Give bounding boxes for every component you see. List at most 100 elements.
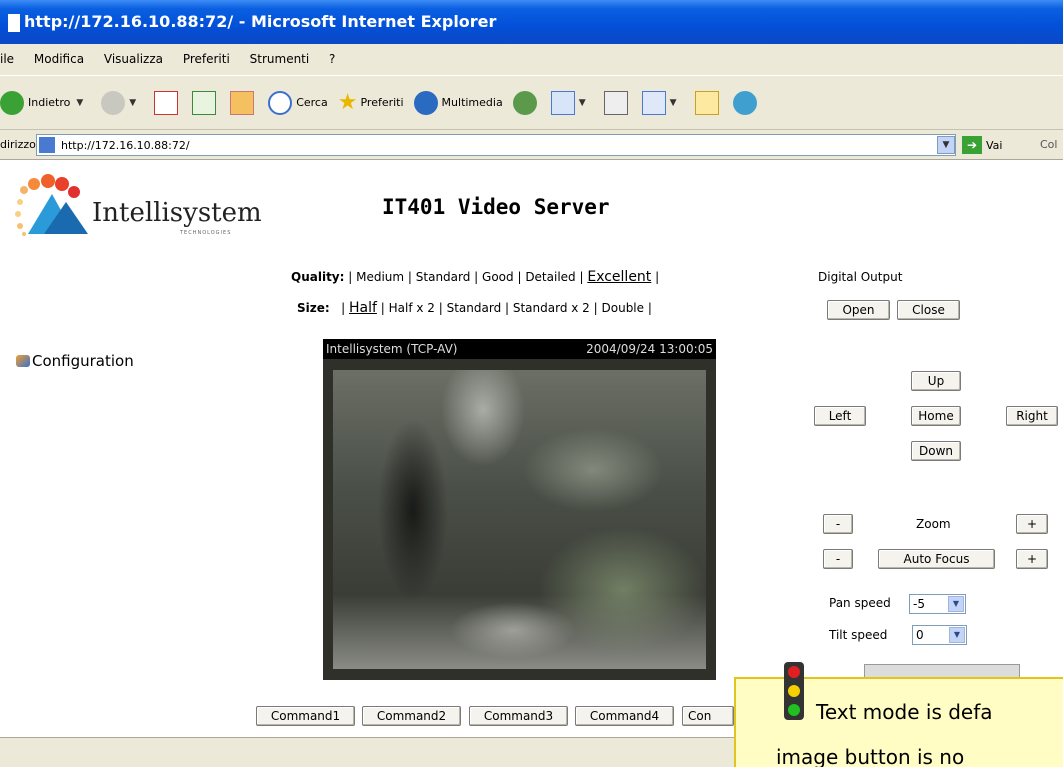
up-button[interactable]: Up bbox=[911, 371, 961, 391]
tilt-speed-label: Tilt speed bbox=[829, 628, 888, 642]
size-half[interactable]: Half bbox=[349, 300, 377, 316]
command2-button[interactable]: Command2 bbox=[362, 706, 461, 726]
go-button[interactable]: ➔ Vai bbox=[962, 136, 1002, 154]
quality-good[interactable]: Good bbox=[482, 270, 514, 284]
pan-speed-label: Pan speed bbox=[829, 596, 891, 610]
edit-button[interactable]: ▼ bbox=[641, 90, 685, 115]
open-button[interactable]: Open bbox=[827, 300, 890, 320]
size-standard[interactable]: Standard bbox=[447, 301, 502, 315]
tooltip-line2: image button is no bbox=[776, 745, 965, 767]
size-row: Size: | Half | Half x 2 | Standard | Sta… bbox=[297, 300, 652, 316]
history-button[interactable] bbox=[512, 90, 541, 115]
quality-detailed[interactable]: Detailed bbox=[525, 270, 575, 284]
left-button[interactable]: Left bbox=[814, 406, 866, 426]
mail-dropdown-icon[interactable]: ▼ bbox=[579, 98, 586, 108]
print-icon bbox=[603, 90, 628, 115]
messenger-icon bbox=[732, 90, 757, 115]
window-titlebar: http://172.16.10.88:72/ - Microsoft Inte… bbox=[0, 0, 1063, 44]
configuration-link[interactable]: Configuration bbox=[16, 352, 134, 370]
go-label: Vai bbox=[986, 138, 1003, 152]
size-double[interactable]: Double bbox=[602, 301, 645, 315]
zoom-out-button[interactable]: - bbox=[823, 514, 853, 534]
links-label[interactable]: Col bbox=[1040, 138, 1057, 151]
back-button[interactable]: Indietro ▼ bbox=[0, 90, 91, 115]
favorites-button[interactable]: ★ Preferiti bbox=[338, 90, 404, 115]
quality-excellent[interactable]: Excellent bbox=[587, 269, 651, 285]
forward-arrow-icon bbox=[101, 90, 126, 115]
tooltip-line1: Text mode is defa bbox=[816, 700, 993, 724]
forward-button[interactable]: ▼ bbox=[101, 90, 144, 115]
stop-icon bbox=[154, 90, 179, 115]
print-button[interactable] bbox=[603, 90, 632, 115]
pan-speed-select[interactable]: -5 ▼ bbox=[909, 594, 966, 614]
tilt-speed-select[interactable]: 0 ▼ bbox=[912, 625, 967, 645]
quality-medium[interactable]: Medium bbox=[356, 270, 404, 284]
multimedia-icon bbox=[413, 90, 438, 115]
favorites-label: Preferiti bbox=[360, 96, 404, 109]
mail-icon bbox=[550, 90, 575, 115]
focus-near-button[interactable]: - bbox=[823, 549, 853, 569]
refresh-button[interactable] bbox=[192, 90, 220, 115]
right-button[interactable]: Right bbox=[1006, 406, 1058, 426]
quality-label: Quality: bbox=[291, 270, 345, 284]
menu-help[interactable]: ? bbox=[329, 52, 335, 66]
refresh-icon bbox=[192, 90, 217, 115]
back-label: Indietro bbox=[28, 96, 71, 109]
mail-button[interactable]: ▼ bbox=[550, 90, 594, 115]
command3-button[interactable]: Command3 bbox=[469, 706, 568, 726]
address-dropdown-icon[interactable]: ▼ bbox=[937, 136, 955, 154]
digital-output-label: Digital Output bbox=[818, 270, 903, 284]
chevron-down-icon: ▼ bbox=[949, 627, 965, 643]
focus-far-button[interactable]: + bbox=[1016, 549, 1048, 569]
forward-dropdown-icon[interactable]: ▼ bbox=[129, 98, 136, 108]
size-half-x2[interactable]: Half x 2 bbox=[389, 301, 435, 315]
menu-view[interactable]: Visualizza bbox=[104, 52, 163, 66]
size-standard-x2[interactable]: Standard x 2 bbox=[513, 301, 590, 315]
search-label: Cerca bbox=[296, 96, 328, 109]
messenger-button[interactable] bbox=[732, 90, 761, 115]
discuss-button[interactable] bbox=[694, 90, 723, 115]
menu-edit[interactable]: Modifica bbox=[34, 52, 84, 66]
edit-dropdown-icon[interactable]: ▼ bbox=[670, 98, 677, 108]
home-button[interactable] bbox=[230, 90, 258, 115]
command1-button[interactable]: Command1 bbox=[256, 706, 355, 726]
discuss-icon bbox=[694, 90, 719, 115]
menu-file[interactable]: ile bbox=[0, 52, 14, 66]
command4-button[interactable]: Command4 bbox=[575, 706, 674, 726]
search-button[interactable]: Cerca bbox=[268, 90, 328, 115]
command5-button[interactable]: Con bbox=[682, 706, 734, 726]
video-stream bbox=[333, 370, 706, 669]
menubar: ile Modifica Visualizza Preferiti Strume… bbox=[0, 44, 1063, 76]
logo-subtext: TECHNOLOGIES bbox=[180, 230, 232, 236]
traffic-light-icon bbox=[784, 662, 804, 720]
home-icon bbox=[230, 90, 255, 115]
menu-favorites[interactable]: Preferiti bbox=[183, 52, 230, 66]
back-dropdown-icon[interactable]: ▼ bbox=[76, 98, 83, 108]
address-bar: dirizzo http://172.16.10.88:72/ ▼ ➔ Vai … bbox=[0, 130, 1063, 160]
quality-standard[interactable]: Standard bbox=[416, 270, 471, 284]
multimedia-label: Multimedia bbox=[441, 96, 503, 109]
menu-tools[interactable]: Strumenti bbox=[250, 52, 310, 66]
stop-button[interactable] bbox=[154, 90, 182, 115]
video-timestamp: 2004/09/24 13:00:05 bbox=[586, 342, 713, 356]
toolbar: Indietro ▼ ▼ Cerca ★ Preferiti Multimedi… bbox=[0, 76, 1063, 130]
address-label: dirizzo bbox=[0, 138, 36, 151]
zoom-in-button[interactable]: + bbox=[1016, 514, 1048, 534]
video-source: Intellisystem (TCP-AV) bbox=[326, 342, 458, 356]
go-arrow-icon: ➔ bbox=[962, 136, 982, 154]
home-position-button[interactable]: Home bbox=[911, 406, 961, 426]
size-label: Size: bbox=[297, 301, 330, 315]
configuration-label: Configuration bbox=[32, 352, 134, 370]
status-bar bbox=[0, 737, 734, 767]
partial-select[interactable] bbox=[864, 664, 1020, 678]
auto-focus-button[interactable]: Auto Focus bbox=[878, 549, 995, 569]
star-icon: ★ bbox=[337, 90, 358, 115]
logo-text: Intellisystem bbox=[92, 198, 262, 228]
down-button[interactable]: Down bbox=[911, 441, 961, 461]
video-frame: Intellisystem (TCP-AV) 2004/09/24 13:00:… bbox=[323, 339, 716, 680]
address-input[interactable]: http://172.16.10.88:72/ bbox=[36, 134, 956, 156]
back-arrow-icon bbox=[0, 90, 24, 115]
page-icon bbox=[39, 137, 55, 153]
multimedia-button[interactable]: Multimedia bbox=[413, 90, 503, 115]
close-button[interactable]: Close bbox=[897, 300, 960, 320]
